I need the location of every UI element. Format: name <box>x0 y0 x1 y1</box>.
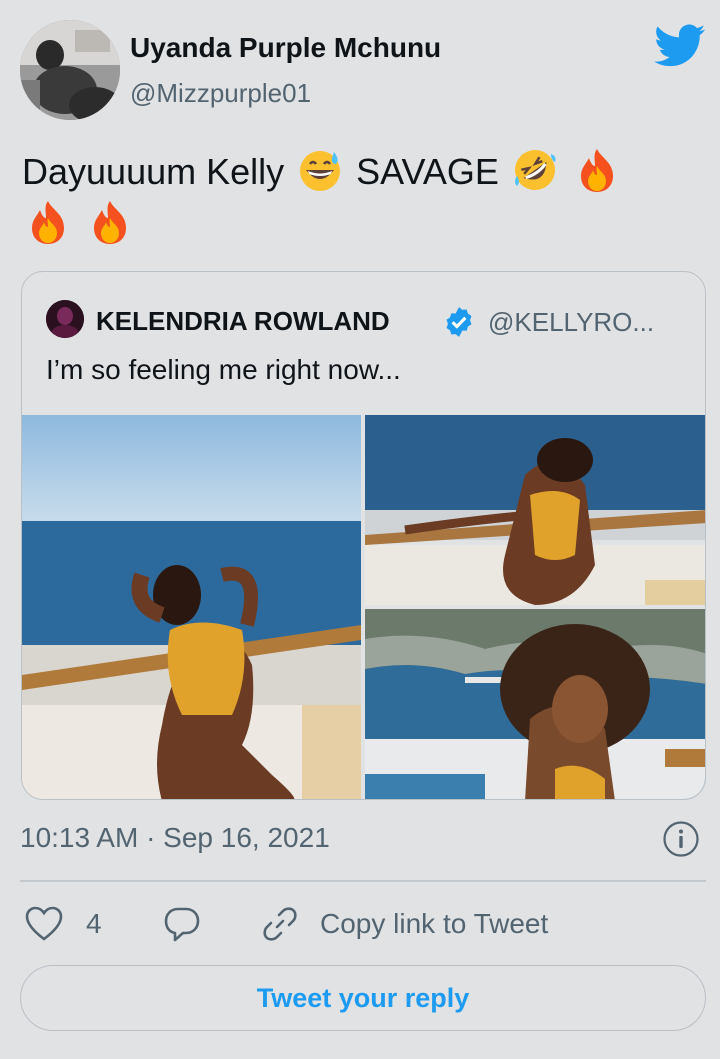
author-handle[interactable]: @Mizzpurple01 <box>130 78 311 109</box>
info-icon[interactable] <box>662 820 700 858</box>
fire-emoji-icon <box>580 149 613 192</box>
twitter-bird-icon[interactable] <box>654 24 706 68</box>
tweet-timestamp[interactable]: 10:13 AM · Sep 16, 2021 <box>20 822 330 854</box>
quoted-photo-1[interactable] <box>22 415 361 799</box>
divider <box>20 880 706 882</box>
tweet-text-part2: SAVAGE <box>356 151 499 192</box>
verified-badge-icon <box>446 307 472 337</box>
reply-button[interactable] <box>162 904 202 944</box>
like-button[interactable]: 4 <box>24 904 102 944</box>
quoted-author-avatar[interactable] <box>46 300 84 338</box>
tweet-your-reply-button[interactable]: Tweet your reply <box>20 965 706 1031</box>
fire-emoji-icon <box>32 201 64 244</box>
grinning-sweat-emoji-icon <box>300 151 341 191</box>
author-name[interactable]: Uyanda Purple Mchunu <box>130 32 441 64</box>
fire-emoji-icon <box>94 201 127 244</box>
quoted-tweet-text: I’m so feeling me right now... <box>46 354 401 385</box>
heart-icon <box>25 906 63 941</box>
quoted-photo-2[interactable] <box>365 415 705 605</box>
quoted-author-handle[interactable]: @KELLYRO... <box>488 307 654 338</box>
reply-bubble-icon <box>164 907 200 942</box>
tweet-text: Dayuuuum Kelly SAVAGE <box>22 146 702 250</box>
link-icon <box>263 907 297 941</box>
copy-link-label: Copy link to Tweet <box>320 908 549 939</box>
like-count: 4 <box>86 908 102 939</box>
author-avatar[interactable] <box>20 20 120 120</box>
rolling-on-floor-laughing-emoji-icon <box>514 150 556 190</box>
quoted-author-name[interactable]: KELENDRIA ROWLAND <box>96 306 390 337</box>
tweet-detail: Uyanda Purple Mchunu @Mizzpurple01 Dayuu… <box>0 0 720 1059</box>
quoted-tweet-card[interactable]: KELENDRIA ROWLAND @KELLYRO... I’m so fee… <box>21 271 706 800</box>
copy-link-button[interactable]: Copy link to Tweet <box>260 904 548 944</box>
tweet-text-part1: Dayuuuum Kelly <box>22 151 285 192</box>
quoted-photo-3[interactable] <box>365 609 705 799</box>
